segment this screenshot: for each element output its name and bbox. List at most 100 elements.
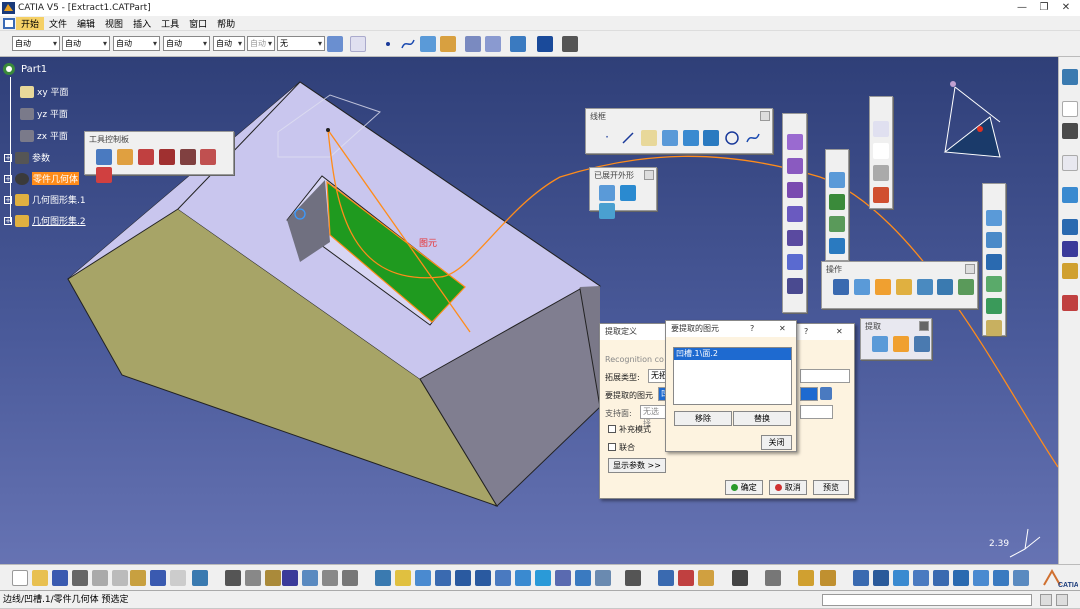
- tool-icon[interactable]: [893, 570, 909, 586]
- inertia-icon[interactable]: [342, 570, 358, 586]
- tool-icon[interactable]: [953, 570, 969, 586]
- help-button[interactable]: ?: [750, 321, 754, 337]
- pan-icon[interactable]: [415, 570, 431, 586]
- show-parameters-button[interactable]: 显示参数 >>: [608, 458, 666, 473]
- tool-icon[interactable]: [1013, 570, 1029, 586]
- element-list-icon[interactable]: [820, 387, 832, 400]
- tool-icon[interactable]: [829, 216, 845, 232]
- painter-icon[interactable]: [327, 36, 343, 52]
- tool-icon[interactable]: [873, 165, 889, 181]
- tool-icon[interactable]: [787, 206, 803, 222]
- tools-icon[interactable]: [1062, 123, 1078, 139]
- tool-icon[interactable]: [96, 149, 112, 165]
- expand-icon[interactable]: +: [4, 195, 12, 204]
- paste-icon[interactable]: [130, 570, 146, 586]
- help-button[interactable]: ?: [804, 324, 808, 340]
- tool-icon[interactable]: [986, 210, 1002, 226]
- law-icon[interactable]: [1062, 295, 1078, 311]
- point-symbol-combo[interactable]: 自动: [213, 36, 245, 51]
- iso-view-icon[interactable]: [535, 570, 551, 586]
- extract-icon[interactable]: [874, 279, 891, 295]
- ok-button[interactable]: 确定: [725, 480, 763, 495]
- comment-icon[interactable]: [245, 570, 261, 586]
- rendering-combo[interactable]: 自动: [247, 36, 275, 51]
- split-icon[interactable]: [853, 279, 870, 295]
- cancel-button[interactable]: 取消: [769, 480, 807, 495]
- remove-button[interactable]: 移除: [674, 411, 732, 426]
- minimize-button[interactable]: —: [1015, 1, 1029, 14]
- projection-icon[interactable]: [661, 130, 678, 146]
- zoom-in-icon[interactable]: [455, 570, 471, 586]
- tree-item-zx-plane[interactable]: zx 平面: [20, 129, 68, 142]
- menu-edit[interactable]: 编辑: [72, 17, 100, 30]
- tool-icon[interactable]: [829, 238, 845, 254]
- tool-icon[interactable]: [96, 167, 112, 183]
- rotate-view-icon[interactable]: [435, 570, 451, 586]
- axis-system-icon[interactable]: [1062, 219, 1078, 235]
- tool-icon[interactable]: [873, 570, 889, 586]
- tool-icon[interactable]: [993, 570, 1009, 586]
- tool-icon[interactable]: [913, 570, 929, 586]
- new-icon[interactable]: [12, 570, 28, 586]
- tree-root[interactable]: Part1: [2, 62, 47, 76]
- tool-icon[interactable]: [179, 149, 196, 165]
- tool-icon[interactable]: [986, 298, 1002, 314]
- graphic-properties-icon[interactable]: [350, 36, 366, 52]
- hide-show-icon[interactable]: [575, 570, 591, 586]
- tool-icon[interactable]: [873, 187, 889, 203]
- extract-icon[interactable]: [892, 336, 909, 352]
- whats-this-icon[interactable]: [192, 570, 208, 586]
- menu-start[interactable]: 开始: [16, 16, 45, 30]
- circle-icon[interactable]: [724, 130, 740, 146]
- tool-icon[interactable]: [973, 570, 989, 586]
- knowledge-icon[interactable]: [265, 570, 281, 586]
- close-icon[interactable]: [919, 321, 929, 331]
- tool-icon[interactable]: [829, 194, 845, 210]
- develop-icon[interactable]: [619, 185, 636, 201]
- tool-icon[interactable]: [765, 570, 781, 586]
- tool-icon[interactable]: [678, 570, 694, 586]
- element-list[interactable]: 凹槽.1\面.2: [673, 347, 792, 405]
- close-button[interactable]: ✕: [779, 321, 786, 337]
- intersection-icon[interactable]: [682, 130, 699, 146]
- tool-icon[interactable]: [787, 278, 803, 294]
- analysis-icon[interactable]: [1062, 187, 1078, 203]
- save-icon[interactable]: [52, 570, 68, 586]
- plane-icon[interactable]: [640, 130, 657, 146]
- translate-icon[interactable]: [916, 279, 933, 295]
- support-field[interactable]: 无选择: [640, 405, 666, 428]
- join-icon[interactable]: [440, 36, 456, 52]
- unfold-icon[interactable]: [599, 185, 615, 201]
- menu-tools[interactable]: 工具: [156, 17, 184, 30]
- tool-icon[interactable]: [986, 254, 1002, 270]
- expand-icon[interactable]: +: [4, 216, 12, 225]
- menu-window[interactable]: 窗口: [184, 17, 212, 30]
- tool-icon[interactable]: [200, 149, 217, 165]
- tool-icon[interactable]: [787, 230, 803, 246]
- layer-combo[interactable]: 无: [277, 36, 325, 51]
- federation-checkbox[interactable]: [608, 443, 616, 451]
- print-icon[interactable]: [72, 570, 88, 586]
- close-icon[interactable]: [644, 170, 654, 180]
- close-dialog-button[interactable]: 关闭: [761, 435, 792, 450]
- swap-visible-icon[interactable]: [595, 570, 611, 586]
- line-type-combo[interactable]: 自动: [163, 36, 210, 51]
- app-menu-icon[interactable]: [2, 17, 16, 30]
- support-field-tail[interactable]: [800, 405, 833, 419]
- close-button[interactable]: ✕: [836, 324, 843, 340]
- menu-insert[interactable]: 插入: [128, 17, 156, 30]
- propagation-dropdown[interactable]: [800, 369, 850, 383]
- close-button[interactable]: ✕: [1059, 1, 1073, 14]
- point-icon[interactable]: ·: [599, 130, 615, 146]
- element-field-tail[interactable]: [800, 387, 818, 401]
- catalog-icon[interactable]: [302, 570, 318, 586]
- close-icon[interactable]: [760, 111, 770, 121]
- tool-icon[interactable]: [116, 149, 133, 165]
- grid-icon[interactable]: [537, 36, 553, 52]
- extrude-surface-icon[interactable]: [420, 36, 436, 52]
- tree-item-parameters[interactable]: + 参数: [4, 151, 50, 164]
- cut-icon[interactable]: [92, 570, 108, 586]
- rotate-icon[interactable]: [485, 36, 501, 52]
- normal-view-icon[interactable]: [495, 570, 511, 586]
- tool-icon[interactable]: [137, 149, 154, 165]
